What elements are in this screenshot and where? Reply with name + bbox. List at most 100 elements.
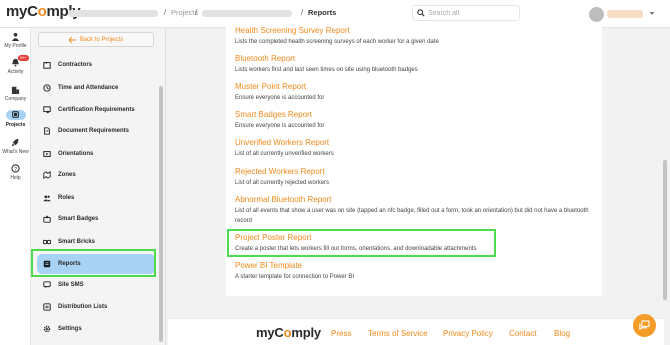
sidebar-item-document-requirements[interactable]: Document Requirements: [37, 121, 155, 141]
search-box[interactable]: [412, 5, 520, 21]
sidebar-item-settings[interactable]: Settings: [37, 319, 155, 339]
sidebar-item-site-sms[interactable]: Site SMS: [37, 275, 155, 295]
footer-link-blog[interactable]: Blog: [554, 329, 570, 338]
project-poster-highlight-box: [227, 229, 496, 257]
report-title-link[interactable]: Bluetooth Report: [235, 54, 595, 64]
report-title-link[interactable]: Muster Point Report: [235, 82, 595, 92]
sidebar-item-label: Document Requirements: [58, 128, 130, 134]
gear-icon: [43, 325, 51, 333]
search-input[interactable]: [428, 8, 516, 19]
avatar[interactable]: [589, 7, 604, 22]
report-item: Muster Point Report Ensure everyone is ac…: [235, 82, 595, 103]
chat-icon: [639, 320, 650, 331]
rail-my-profile[interactable]: My Profile: [0, 32, 31, 49]
svg-text:?: ?: [14, 167, 17, 173]
report-description: Lists workers first and last seen times …: [235, 67, 418, 73]
report-description: A starter template for connection to Pow…: [235, 274, 355, 280]
breadcrumb-separator: /: [164, 8, 167, 17]
sidebar-item-label: Smart Bricks: [58, 239, 96, 245]
rail-help[interactable]: ? Help: [0, 164, 31, 181]
main-scrollbar[interactable]: [663, 160, 667, 300]
search-icon: [417, 9, 425, 17]
breadcrumb-redacted: [68, 10, 158, 17]
badge-icon: [43, 215, 51, 223]
sidebar-item-label: Settings: [58, 326, 82, 332]
certificate-icon: [43, 106, 51, 114]
sidebar-item-label: Distribution Lists: [58, 304, 108, 310]
rail-whats-new[interactable]: What's New: [0, 138, 31, 155]
projects-icon: [12, 110, 19, 118]
help-icon: ?: [11, 164, 20, 173]
left-rail: My Profile 99+ Activity Company Projects…: [0, 28, 31, 345]
report-description: Ensure everyone is accounted for: [235, 95, 325, 101]
footer-link-terms[interactable]: Terms of Service: [368, 329, 428, 338]
report-description: Lists the completed health screening sur…: [235, 39, 439, 45]
sms-icon: [43, 281, 51, 289]
report-description: List of all currently rejected workers: [235, 180, 330, 186]
sidebar-item-label: Zones: [58, 172, 76, 178]
report-title-link[interactable]: Abnormal Bluetooth Report: [235, 195, 595, 205]
orientation-icon: [43, 151, 51, 157]
footer: myComply Press Terms of Service Privacy …: [168, 318, 664, 345]
rail-projects[interactable]: Projects: [0, 110, 31, 128]
person-icon: [11, 32, 20, 41]
sidebar-item-label: Orientations: [58, 151, 94, 157]
breadcrumb-project-redacted: [202, 10, 292, 17]
report-item: Smart Badges Report Ensure everyone is ac…: [235, 110, 595, 131]
report-item: Power BI Template A starter template for …: [235, 261, 595, 282]
footer-logo[interactable]: myComply: [256, 325, 321, 340]
footer-link-contact[interactable]: Contact: [509, 329, 537, 338]
breadcrumb-current: Reports: [308, 8, 337, 17]
list-icon: [43, 303, 51, 311]
sidebar-item-label: Time and Attendance: [58, 85, 119, 91]
sidebar-scrollbar[interactable]: [159, 86, 163, 342]
rail-activity[interactable]: 99+ Activity: [0, 55, 31, 75]
back-to-projects-button[interactable]: Back to Projects: [38, 32, 154, 47]
activity-count-badge: 99+: [18, 55, 29, 61]
report-description: List of all events that show a user was …: [235, 208, 589, 224]
sidebar-item-label: Smart Badges: [58, 216, 99, 222]
user-name-redacted[interactable]: [607, 10, 643, 18]
sidebar-item-label: Contractors: [58, 62, 93, 68]
report-description: List of all currently unverified workers: [235, 151, 334, 157]
report-title-link[interactable]: Health Screening Survey Report: [235, 26, 595, 36]
arrow-left-icon: [68, 36, 76, 43]
report-title-link[interactable]: Smart Badges Report: [235, 110, 595, 120]
report-title-link[interactable]: Unverified Workers Report: [235, 138, 595, 148]
sidebar-item-label: Roles: [58, 195, 75, 201]
report-item: Bluetooth Report Lists workers first and …: [235, 54, 595, 75]
building-icon: [11, 86, 20, 94]
chat-button[interactable]: [633, 314, 656, 337]
document-icon: [44, 127, 50, 135]
report-item: Rejected Workers Report List of all curre…: [235, 167, 595, 188]
zones-icon: [43, 171, 51, 179]
report-description: Ensure everyone is accounted for: [235, 123, 325, 129]
report-item: Abnormal Bluetooth Report List of all eve…: [235, 195, 595, 226]
breadcrumb-separator: /: [195, 8, 198, 17]
sidebar-item-smart-badges[interactable]: Smart Badges: [37, 209, 155, 229]
rail-company[interactable]: Company: [0, 85, 31, 102]
sidebar-item-contractors[interactable]: Contractors: [37, 55, 155, 75]
sidebar-item-certification-requirements[interactable]: Certification Requirements: [37, 100, 155, 120]
report-title-link[interactable]: Rejected Workers Report: [235, 167, 595, 177]
reports-highlight-box: [31, 249, 156, 277]
report-item: Health Screening Survey Report Lists the …: [235, 26, 595, 47]
sidebar-item-roles[interactable]: Roles: [37, 188, 155, 208]
chevron-down-icon[interactable]: [648, 9, 656, 17]
sidebar-item-time-and-attendance[interactable]: Time and Attendance: [37, 78, 155, 98]
report-item: Unverified Workers Report List of all cur…: [235, 138, 595, 159]
footer-link-privacy[interactable]: Privacy Policy: [443, 329, 493, 338]
sidebar-item-distribution-lists[interactable]: Distribution Lists: [37, 297, 155, 317]
footer-link-press[interactable]: Press: [331, 329, 351, 338]
rocket-icon: [11, 138, 19, 147]
bricks-icon: [43, 239, 51, 245]
roles-icon: [43, 195, 51, 202]
clock-icon: [43, 84, 51, 92]
report-title-link[interactable]: Power BI Template: [235, 261, 595, 271]
sidebar-item-orientations[interactable]: Orientations: [37, 144, 155, 164]
sidebar-item-label: Site SMS: [58, 282, 84, 288]
sidebar-item-zones[interactable]: Zones: [37, 165, 155, 185]
breadcrumb-separator: /: [301, 8, 304, 17]
folder-icon: [43, 62, 51, 69]
sidebar-item-label: Certification Requirements: [58, 107, 135, 113]
